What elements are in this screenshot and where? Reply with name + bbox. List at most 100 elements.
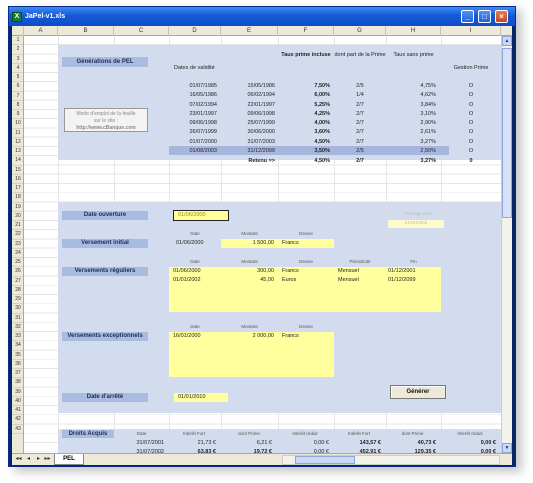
row-header[interactable]: 28 <box>12 286 23 295</box>
row-header[interactable]: 11 <box>12 129 23 138</box>
row-header[interactable]: 6 <box>12 82 23 92</box>
droits-header-cell: Intérêt réduit <box>292 431 318 436</box>
last-sheet-icon[interactable]: ▸▸ <box>43 455 52 464</box>
row-header[interactable]: 16 <box>12 175 23 184</box>
generation-cell: 2/7 <box>356 129 364 136</box>
row-header[interactable]: 35 <box>12 351 23 360</box>
droits-header-cell: Date <box>136 431 147 436</box>
row-header[interactable]: 26 <box>12 267 23 277</box>
ve-header-montant: Montant <box>241 324 258 329</box>
generation-cell: 3,60% <box>314 129 330 136</box>
row-header[interactable]: 29 <box>12 295 23 305</box>
row-header[interactable]: 21 <box>12 221 23 231</box>
droits-cell: 21,73 € <box>197 440 216 446</box>
note-link[interactable]: http://www.cBanque.com <box>65 125 147 132</box>
generation-cell: 25/07/1999 <box>247 120 275 126</box>
row-header[interactable]: 13 <box>12 147 23 157</box>
column-header[interactable]: D <box>169 26 221 36</box>
versement-initial-label: Versement initial <box>62 239 148 248</box>
row-header[interactable]: 27 <box>12 277 23 286</box>
row-header[interactable]: 22 <box>12 230 23 240</box>
row-header[interactable]: 32 <box>12 323 23 332</box>
excel-window: X JaPel-v1.xls _ □ × A B C D E F G H I 1… <box>8 6 516 467</box>
row-header[interactable]: 43 <box>12 425 23 434</box>
first-sheet-icon[interactable]: ◂◂ <box>14 455 23 464</box>
vertical-scroll-thumb[interactable] <box>502 48 512 218</box>
row-header[interactable]: 3 <box>12 55 23 64</box>
row-header[interactable]: 39 <box>12 388 23 397</box>
vertical-scrollbar[interactable]: ▲ ▼ <box>501 36 512 453</box>
generation-cell: 3,27% <box>420 138 436 145</box>
close-button[interactable]: × <box>495 10 508 23</box>
retenu-taux-sans: 3,27% <box>420 158 436 164</box>
column-header[interactable]: H <box>386 26 441 36</box>
column-header[interactable]: B <box>58 26 114 36</box>
note-line: Mode d'emploi de la feuille <box>76 111 136 117</box>
vr-header-periodicite: Périodicité <box>349 259 371 264</box>
next-sheet-icon[interactable]: ▸ <box>34 455 43 464</box>
droits-cell: 40,73 € <box>417 440 436 446</box>
versement-regulier-cell: Euros <box>282 277 297 284</box>
row-header[interactable]: 25 <box>12 258 23 268</box>
generation-cell: 3,50% <box>314 147 330 154</box>
generation-cell: 22/01/1997 <box>247 101 275 108</box>
droits-header-cell: Intérêt Fort <box>347 431 370 436</box>
row-header[interactable]: 1 <box>12 36 23 46</box>
droits-header-cell: dont Prime <box>401 431 424 436</box>
row-header[interactable]: 20 <box>12 212 23 221</box>
row-header[interactable]: 15 <box>12 166 23 175</box>
minimize-button[interactable]: _ <box>461 10 474 23</box>
column-header[interactable]: C <box>114 26 169 36</box>
row-header[interactable]: 18 <box>12 193 23 203</box>
row-header[interactable]: 36 <box>12 360 23 369</box>
column-header[interactable]: G <box>334 26 386 36</box>
scroll-down-icon[interactable]: ▼ <box>502 443 512 453</box>
row-header[interactable]: 7 <box>12 92 23 101</box>
generation-cell: 4,25% <box>314 110 330 117</box>
row-header[interactable]: 9 <box>12 110 23 120</box>
generation-cell: 7,50% <box>314 83 330 89</box>
vr-header-fin: Fin <box>410 259 417 264</box>
select-all-corner[interactable] <box>12 26 24 36</box>
versement-regulier-cell: 45,00 <box>260 277 274 284</box>
row-header[interactable]: 33 <box>12 332 23 342</box>
row-header[interactable]: 5 <box>12 73 23 83</box>
row-header[interactable]: 12 <box>12 138 23 147</box>
spreadsheet-grid[interactable]: Générations de PEL Dates de validité Tau… <box>24 36 501 453</box>
row-header[interactable]: 10 <box>12 119 23 129</box>
row-header[interactable]: 17 <box>12 184 23 194</box>
row-header[interactable]: 8 <box>12 101 23 110</box>
row-header[interactable]: 24 <box>12 249 23 258</box>
row-header[interactable]: 38 <box>12 378 23 388</box>
maximize-button[interactable]: □ <box>478 10 491 23</box>
row-header[interactable]: 40 <box>12 397 23 406</box>
header-dates: Dates de validité <box>174 65 215 71</box>
sheet-tab-pel[interactable]: PEL <box>54 454 84 465</box>
scroll-up-icon[interactable]: ▲ <box>502 36 512 46</box>
column-header[interactable]: I <box>441 26 501 36</box>
prev-sheet-icon[interactable]: ◂ <box>24 455 33 464</box>
generation-cell: 09/06/1998 <box>189 120 217 126</box>
row-header[interactable]: 30 <box>12 304 23 314</box>
column-header[interactable]: E <box>221 26 278 36</box>
row-header[interactable]: 2 <box>12 45 23 55</box>
droits-cell: 143,57 € <box>359 440 381 446</box>
generation-cell: 26/07/1999 <box>189 129 217 136</box>
passage-euro-label: Passage euro <box>404 211 432 216</box>
row-header[interactable]: 41 <box>12 406 23 416</box>
horizontal-scrollbar[interactable] <box>282 455 500 465</box>
row-header[interactable]: 23 <box>12 240 23 249</box>
row-header[interactable]: 19 <box>12 203 23 212</box>
column-header[interactable]: A <box>24 26 58 36</box>
row-header[interactable]: 31 <box>12 314 23 323</box>
column-header[interactable]: F <box>278 26 334 36</box>
row-header[interactable]: 37 <box>12 369 23 379</box>
generer-button[interactable]: Générer <box>390 385 446 399</box>
row-header[interactable]: 42 <box>12 415 23 425</box>
row-header[interactable]: 4 <box>12 64 23 73</box>
row-header[interactable]: 34 <box>12 341 23 351</box>
horizontal-scroll-thumb[interactable] <box>295 456 355 464</box>
generation-cell: 07/02/1994 <box>189 101 217 108</box>
row-header[interactable]: 14 <box>12 156 23 166</box>
generation-cell: O <box>468 147 474 154</box>
